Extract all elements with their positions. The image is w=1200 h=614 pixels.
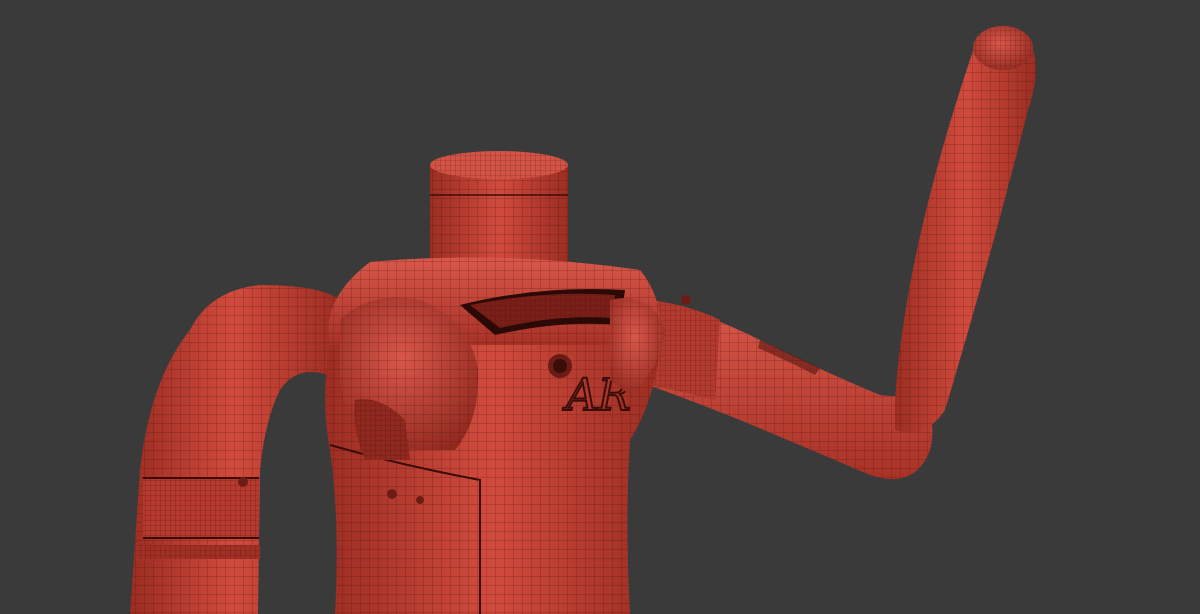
raised-arm <box>648 26 1036 480</box>
robot-torso-wireframe-render: AR <box>130 26 1036 614</box>
hanging-arm <box>130 285 340 614</box>
3d-viewport[interactable]: AR <box>0 0 1200 614</box>
